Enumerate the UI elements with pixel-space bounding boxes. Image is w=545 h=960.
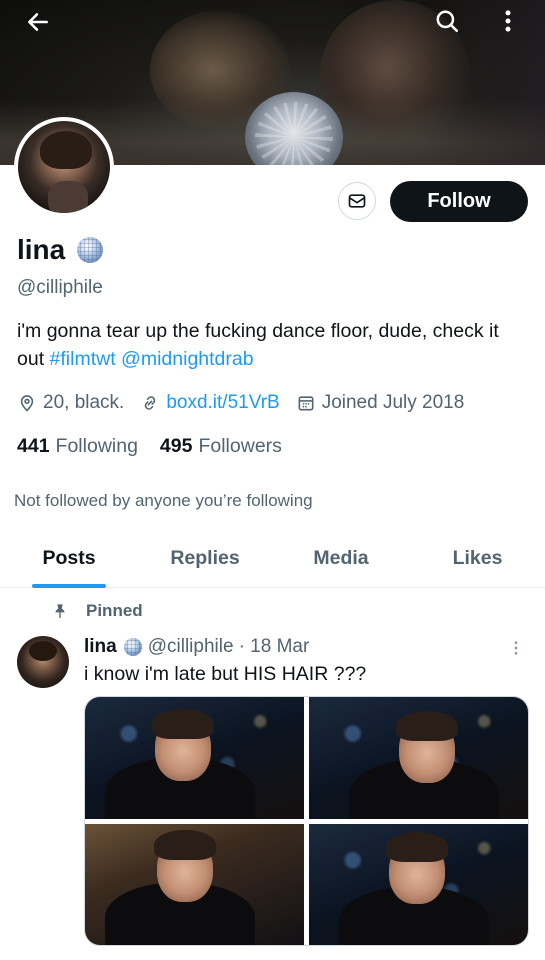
search-button[interactable] [429, 3, 465, 39]
post-author-name[interactable]: lina [84, 636, 117, 658]
website[interactable]: boxd.it/51VrB [140, 392, 280, 414]
link-icon [145, 396, 156, 410]
bio-hashtag-link[interactable]: #filmtwt [50, 348, 116, 370]
profile-tabs: Posts Replies Media Likes [0, 528, 545, 588]
pinned-indicator: Pinned [52, 601, 143, 621]
post-text: i know i'm late but HIS HAIR ??? [84, 663, 367, 685]
bio-mention-link[interactable]: @midnightdrab [121, 348, 254, 370]
calendar-icon [298, 396, 314, 411]
followers-count: 495 [159, 435, 193, 457]
joined-date: Joined July 2018 [296, 392, 465, 414]
followers-label: Followers [198, 435, 282, 457]
photo-subject-hair [386, 831, 448, 862]
post-photo[interactable] [85, 823, 304, 945]
back-arrow-icon [28, 13, 48, 31]
following-count: 441 [17, 435, 50, 457]
post-photo[interactable] [309, 697, 528, 819]
search-icon [436, 10, 459, 33]
tab-media[interactable]: Media [272, 528, 410, 588]
active-tab-indicator [32, 584, 106, 588]
tab-replies[interactable]: Replies [138, 528, 272, 588]
disco-ball-emoji-icon [77, 237, 104, 263]
following-stat[interactable]: 441 Following [17, 435, 138, 458]
more-vertical-icon [514, 641, 518, 655]
profile-stats: 441 Following 495 Followers [17, 435, 304, 458]
post-media-grid [84, 696, 529, 946]
photo-subject-hair [396, 711, 458, 741]
tab-posts[interactable]: Posts [0, 528, 138, 588]
mail-icon [348, 194, 366, 208]
following-label: Following [55, 435, 138, 457]
follow-button[interactable]: Follow [390, 181, 528, 222]
profile-handle: @cilliphile [17, 277, 103, 298]
post-date[interactable]: · 18 Mar [239, 636, 310, 658]
pinned-label: Pinned [86, 601, 143, 620]
location-pin-icon [20, 395, 34, 412]
location: 20, black. [17, 392, 124, 414]
tab-label: Replies [170, 546, 240, 569]
tab-label: Likes [452, 546, 503, 569]
tab-label: Posts [42, 546, 96, 569]
joined-text: Joined July 2018 [321, 392, 465, 413]
profile-avatar[interactable] [14, 117, 114, 217]
tab-label: Media [313, 546, 369, 569]
location-text: 20, black. [43, 392, 125, 413]
photo-subject-hair [154, 829, 216, 860]
website-link[interactable]: boxd.it/51VrB [166, 392, 279, 414]
not-followed-notice: Not followed by anyone you’re following [14, 491, 313, 510]
followers-stat[interactable]: 495 Followers [160, 435, 282, 458]
post-more-button[interactable] [506, 638, 526, 658]
display-name: lina [17, 234, 66, 265]
back-button[interactable] [20, 4, 56, 40]
message-button[interactable] [338, 182, 376, 220]
post-author-handle[interactable]: @cilliphile [148, 636, 234, 658]
photo-subject-hair [152, 709, 214, 739]
profile-meta: 20, black. boxd.it/51VrB Joined July 201… [17, 392, 480, 414]
more-vertical-icon [505, 10, 511, 32]
post-header: lina @cilliphile · 18 Mar [84, 636, 309, 658]
profile-name: lina [17, 234, 104, 266]
post-photo[interactable] [85, 697, 304, 819]
more-options-button[interactable] [490, 3, 526, 39]
disco-ball-emoji-icon [123, 638, 142, 656]
pin-icon [55, 604, 65, 619]
tab-likes[interactable]: Likes [410, 528, 545, 588]
post-author-avatar[interactable] [17, 636, 69, 688]
profile-bio: i'm gonna tear up the fucking dance floo… [17, 317, 517, 373]
post-photo[interactable] [309, 823, 528, 945]
